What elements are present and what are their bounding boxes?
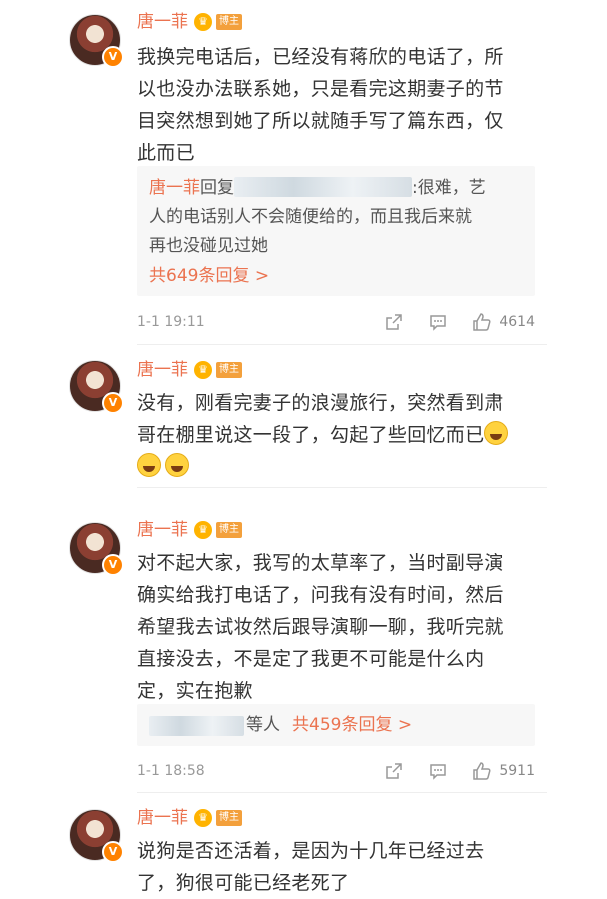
comment-meta: 1-1 19:11 4614 [137, 310, 535, 334]
comment-meta: 1-1 18:58 5911 [137, 759, 535, 783]
divider [137, 487, 547, 488]
comment-line: 哥在棚里说这一段了，勾起了些回忆而已 [137, 424, 485, 446]
author-row: 唐一菲 ♛ 博主 [137, 358, 242, 382]
reply-verb: 回复 [200, 178, 234, 198]
reply-line: 唐一菲回复 :很难，艺 [149, 174, 529, 203]
divider [137, 344, 547, 345]
comment-line: 了，狗很可能已经老死了 [137, 872, 350, 894]
reply-text: 唐一菲回复 :很难，艺 人的电话别人不会随便给的，而且我后来就 再也没碰见过她 [149, 174, 529, 261]
avatar[interactable]: V [69, 522, 124, 576]
more-replies-link[interactable]: 共649条回复 > [149, 264, 269, 288]
blogger-badge: 博主 [216, 522, 242, 538]
comment-line: 定，实在抱歉 [137, 680, 253, 702]
reply-line: 再也没碰见过她 [149, 236, 268, 256]
author-name[interactable]: 唐一菲 [137, 10, 188, 34]
comment-text: 说狗是否还活着，是因为十几年已经过去 了，狗很可能已经老死了 [137, 835, 537, 899]
author-name[interactable]: 唐一菲 [137, 358, 188, 382]
comment-text: 没有，刚看完妻子的浪漫旅行，突然看到肃 哥在棚里说这一段了，勾起了些回忆而已 [137, 387, 537, 483]
avatar[interactable]: V [69, 360, 124, 414]
like-icon[interactable] [471, 760, 493, 782]
verified-v-icon: V [102, 392, 124, 414]
timestamp: 1-1 19:11 [137, 314, 205, 330]
crown-icon: ♛ [194, 521, 212, 539]
like-count: 4614 [499, 314, 535, 330]
crown-icon: ♛ [194, 13, 212, 31]
reply-line-tail: :很难，艺 [412, 178, 486, 198]
author-row: 唐一菲 ♛ 博主 [137, 518, 242, 542]
comment-icon[interactable] [427, 311, 449, 333]
comment-line: 说狗是否还活着，是因为十几年已经过去 [137, 840, 485, 862]
comment-icon[interactable] [427, 760, 449, 782]
reply-author[interactable]: 唐一菲 [149, 178, 200, 198]
comment-line: 没有，刚看完妻子的浪漫旅行，突然看到肃 [137, 392, 504, 414]
comment-line: 以也没办法联系她，只是看完这期妻子的节 [137, 78, 504, 100]
reply-box[interactable]: 等人 共459条回复 > [137, 704, 535, 746]
blogger-badge: 博主 [216, 14, 242, 30]
comment-line: 直接没去，不是定了我更不可能是什么内 [137, 648, 485, 670]
comment-line-with-emoji: 哥在棚里说这一段了，勾起了些回忆而已 [137, 419, 537, 451]
like-count: 5911 [499, 763, 535, 779]
reply-others: 等人 [246, 715, 280, 735]
timestamp: 1-1 18:58 [137, 763, 205, 779]
author-name[interactable]: 唐一菲 [137, 518, 188, 542]
comment-line: 确实给我打电话了，问我有没有时间，然后 [137, 584, 504, 606]
laugh-cry-emoji [137, 453, 161, 477]
avatar[interactable]: V [69, 14, 124, 68]
author-row: 唐一菲 ♛ 博主 [137, 806, 242, 830]
crown-icon: ♛ [194, 361, 212, 379]
comment-line: 对不起大家，我写的太草率了，当时副导演 [137, 552, 504, 574]
share-icon[interactable] [383, 760, 405, 782]
laugh-cry-emoji [165, 453, 189, 477]
comment-line: 此而已 [137, 142, 195, 164]
author-row: 唐一菲 ♛ 博主 [137, 10, 242, 34]
reply-box[interactable]: 唐一菲回复 :很难，艺 人的电话别人不会随便给的，而且我后来就 再也没碰见过她 共… [137, 166, 535, 296]
blogger-badge: 博主 [216, 810, 242, 826]
share-icon[interactable] [383, 311, 405, 333]
avatar[interactable]: V [69, 809, 124, 863]
crown-icon: ♛ [194, 809, 212, 827]
divider [137, 792, 547, 793]
more-replies-link[interactable]: 共459条回复 > [292, 711, 412, 740]
like-icon[interactable] [471, 311, 493, 333]
blurred-username [234, 177, 412, 197]
blurred-username [149, 715, 244, 736]
comment-text: 对不起大家，我写的太草率了，当时副导演 确实给我打电话了，问我有没有时间，然后 … [137, 547, 537, 707]
laugh-cry-emoji [484, 421, 509, 445]
comment-text: 我换完电话后，已经没有蒋欣的电话了，所 以也没办法联系她，只是看完这期妻子的节 … [137, 41, 537, 169]
comment-line: 希望我去试妆然后跟导演聊一聊，我听完就 [137, 616, 504, 638]
reply-summary: 等人 共459条回复 > [149, 711, 529, 740]
emoji-row [137, 451, 537, 483]
blogger-badge: 博主 [216, 362, 242, 378]
verified-v-icon: V [102, 46, 124, 68]
comment-line: 目突然想到她了所以就随手写了篇东西，仅 [137, 110, 504, 132]
comment-line: 我换完电话后，已经没有蒋欣的电话了，所 [137, 46, 504, 68]
author-name[interactable]: 唐一菲 [137, 806, 188, 830]
reply-line: 人的电话别人不会随便给的，而且我后来就 [149, 207, 472, 227]
verified-v-icon: V [102, 841, 124, 863]
verified-v-icon: V [102, 554, 124, 576]
